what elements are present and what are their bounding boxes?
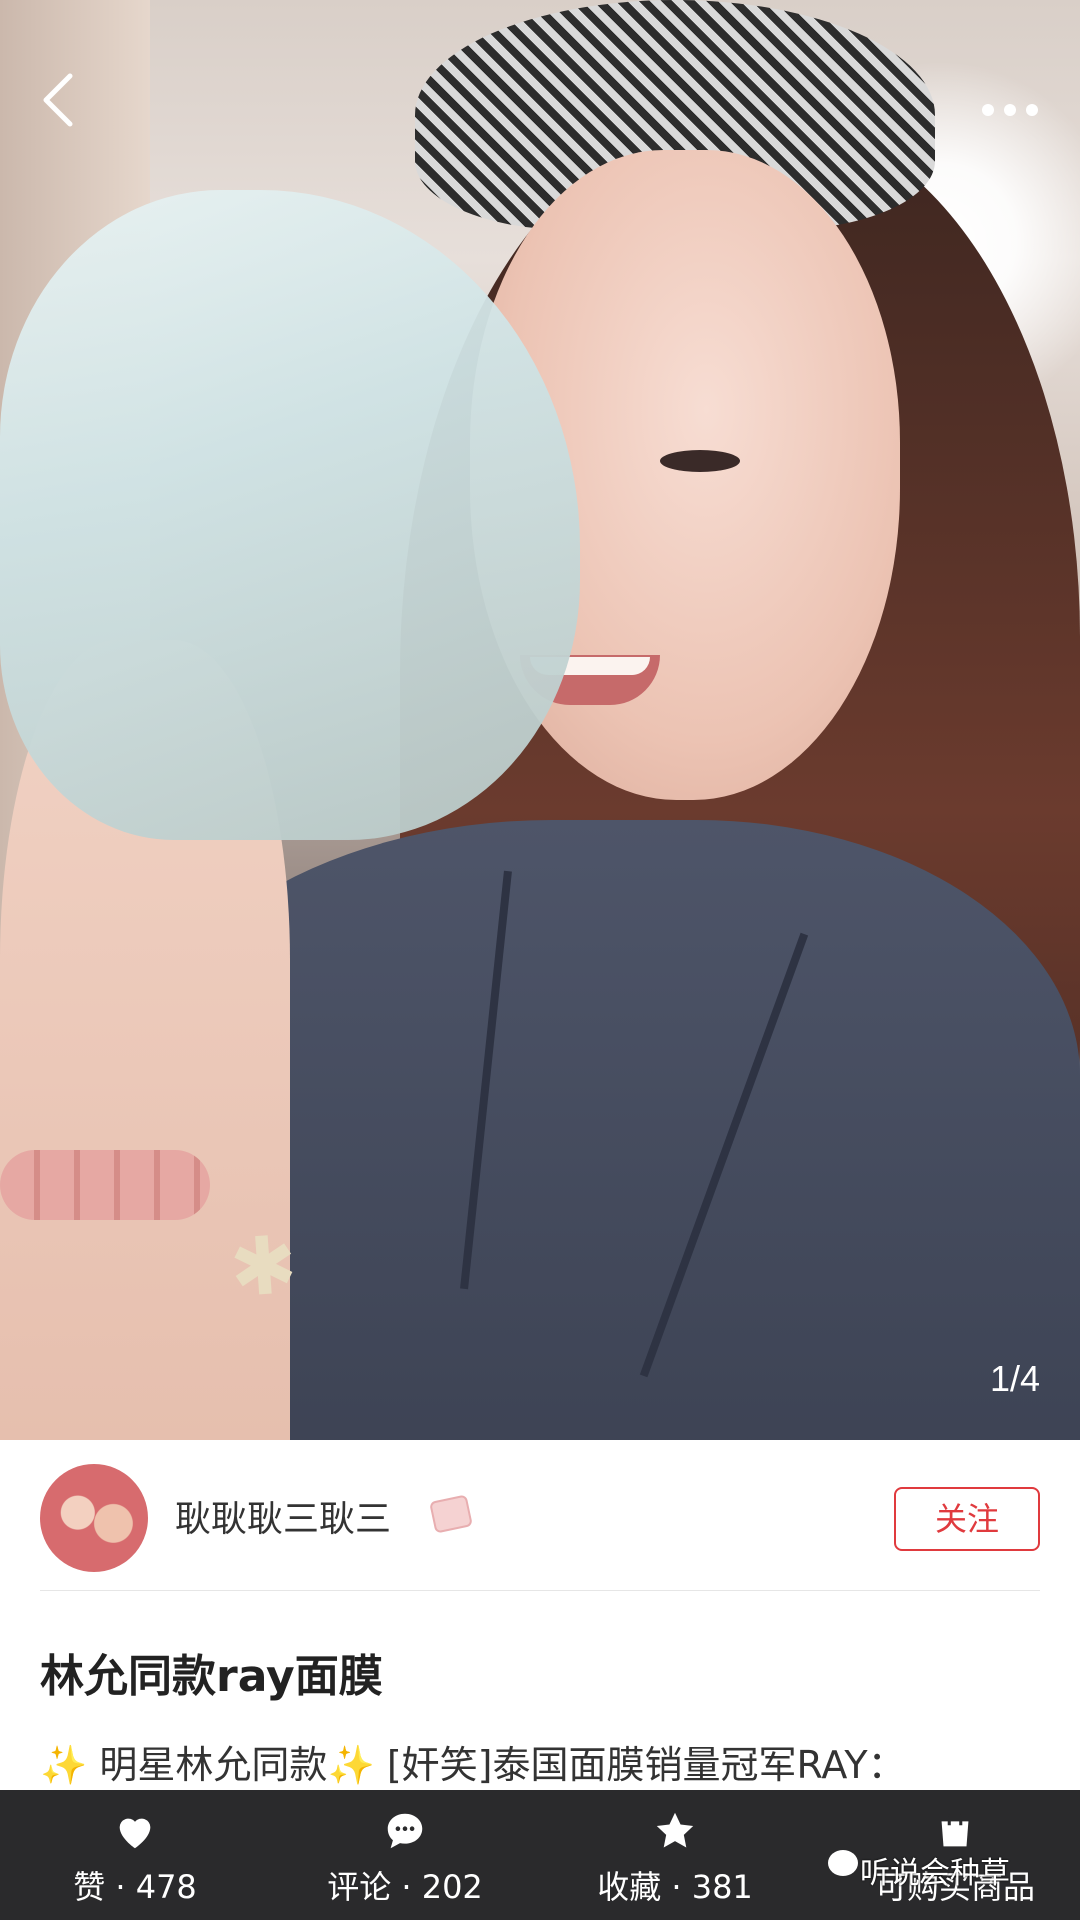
divider [40, 1590, 1040, 1591]
comment-button[interactable]: 评论 · 202 [300, 1790, 510, 1920]
comment-count: 评论 · 202 [327, 1868, 483, 1906]
like-count: 赞 · 478 [73, 1868, 197, 1906]
more-dots-icon [982, 104, 1038, 116]
post-title: 林允同款ray面膜 [40, 1651, 383, 1702]
collect-count: 收藏 · 381 [597, 1868, 753, 1906]
back-chevron-icon [43, 73, 73, 127]
back-button[interactable] [40, 70, 76, 140]
heart-icon [119, 1818, 151, 1849]
photo-eye [660, 450, 740, 472]
photo-hoodie-logo: ✱ [226, 1217, 301, 1316]
post-body: ✨ 明星林允同款✨ [奸笑]泰国面膜销量冠军RAY： [40, 1734, 906, 1789]
watermark-text: 听说会种草 [860, 1856, 1010, 1891]
wechat-watermark-icon [828, 1850, 858, 1876]
follow-button[interactable]: 关注 [894, 1487, 1040, 1551]
like-button[interactable]: 赞 · 478 [40, 1790, 230, 1920]
sparkle-icon: ✨ [327, 1743, 375, 1787]
photo-bracelet [0, 1150, 210, 1220]
author-row: 耿耿耿三耿三 关注 [0, 1440, 1080, 1590]
star-icon [656, 1812, 694, 1848]
more-button[interactable] [980, 82, 1040, 126]
collect-button[interactable]: 收藏 · 381 [570, 1790, 780, 1920]
image-counter: 1/4 [989, 1358, 1040, 1399]
face-mask-emoji-icon [429, 1494, 473, 1534]
post-body-text: 明星林允同款 [99, 1743, 328, 1787]
sparkle-icon: ✨ [40, 1743, 88, 1787]
author-name[interactable]: 耿耿耿三耿三 [175, 1490, 391, 1542]
post-photo[interactable]: ✱ 1/4 [0, 0, 1080, 1440]
post-body-text-rest: [奸笑]泰国面膜销量冠军RAY： [386, 1743, 906, 1787]
comment-bubble-icon [387, 1813, 423, 1849]
avatar[interactable] [40, 1464, 148, 1572]
